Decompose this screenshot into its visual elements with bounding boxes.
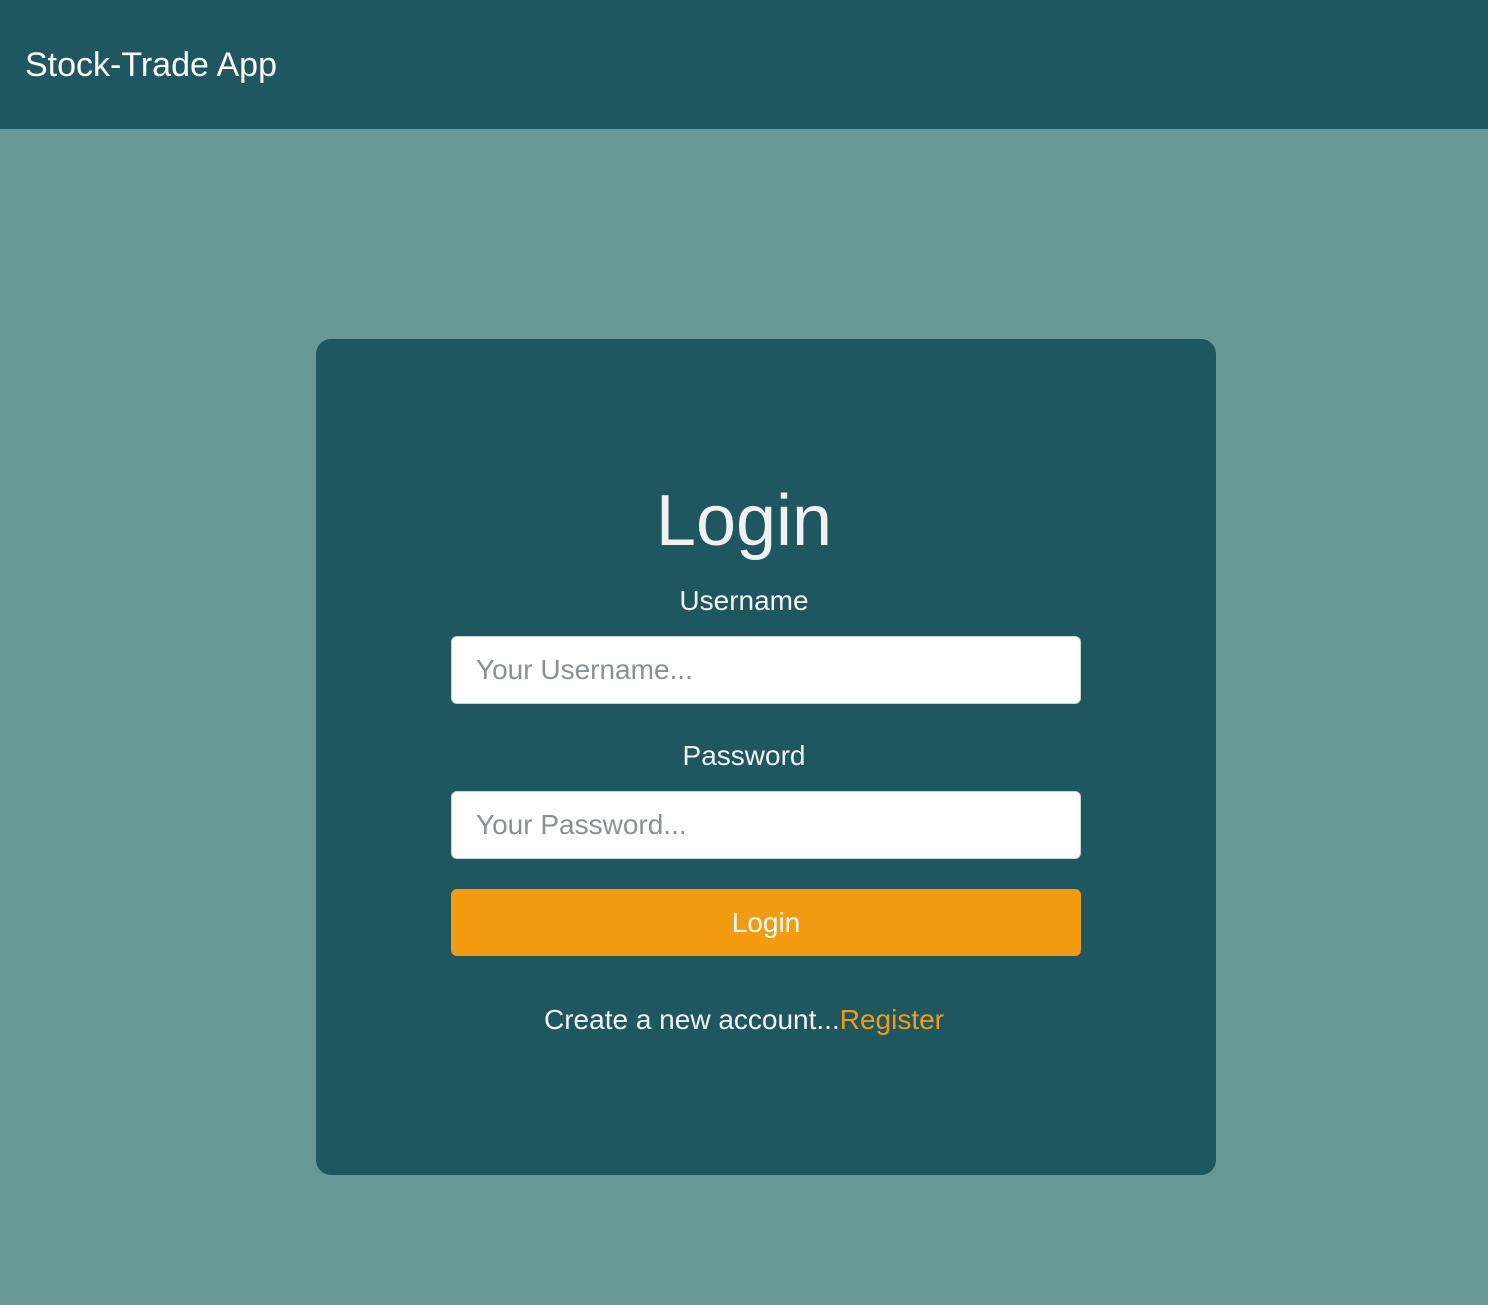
register-link[interactable]: Register bbox=[840, 1004, 944, 1035]
login-button[interactable]: Login bbox=[451, 889, 1081, 956]
password-input[interactable] bbox=[451, 791, 1081, 859]
password-label: Password bbox=[682, 740, 806, 771]
top-navbar: Stock-Trade App bbox=[0, 0, 1488, 129]
username-input[interactable] bbox=[451, 636, 1081, 704]
login-heading: Login bbox=[655, 481, 833, 561]
app-brand-title[interactable]: Stock-Trade App bbox=[25, 44, 277, 86]
username-label: Username bbox=[679, 585, 809, 616]
register-prompt-row: Create a new account...Register bbox=[0, 1002, 1488, 1038]
register-prompt-text: Create a new account... bbox=[544, 1004, 840, 1035]
